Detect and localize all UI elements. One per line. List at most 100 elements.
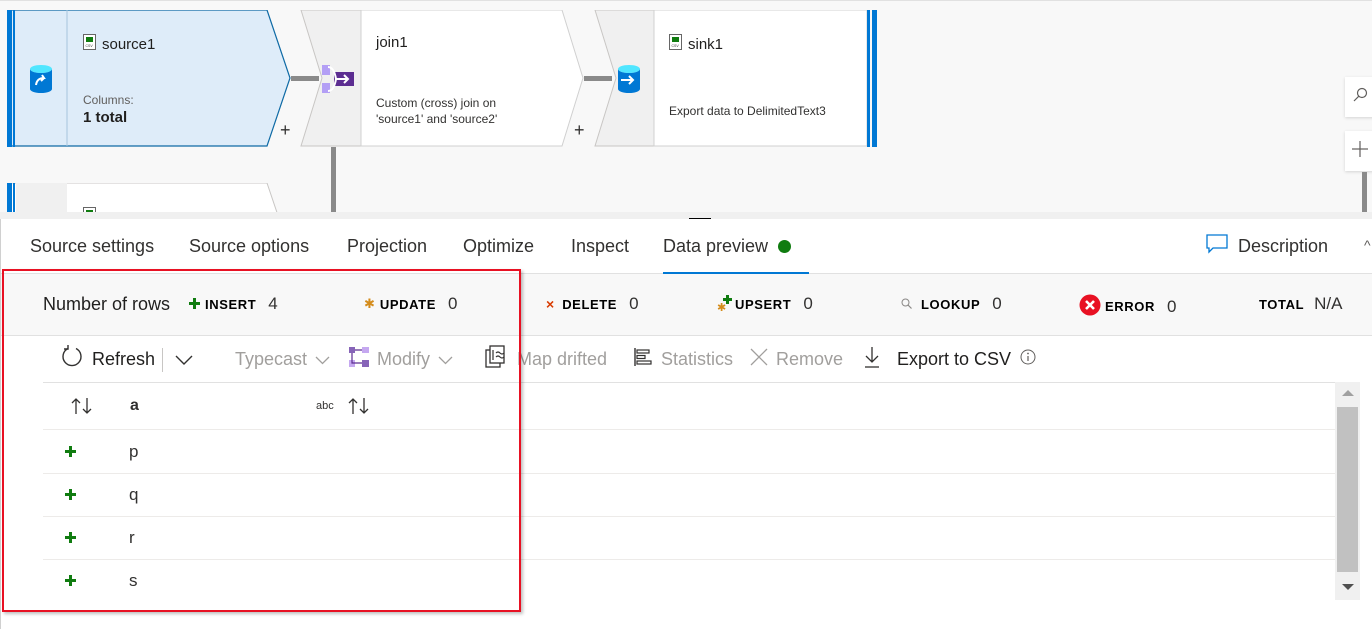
map-drifted-label: Map drifted bbox=[517, 348, 608, 369]
modify-button[interactable]: Modify bbox=[349, 336, 453, 382]
chevron-up-icon[interactable]: ^ bbox=[1364, 237, 1371, 253]
search-icon bbox=[1352, 87, 1368, 108]
add-transform-button[interactable]: + bbox=[280, 120, 291, 141]
table-row: p bbox=[43, 431, 1336, 474]
count-total: TOTAL N/A bbox=[1259, 294, 1343, 313]
insert-plus-icon bbox=[65, 444, 76, 462]
tab-label: Data preview bbox=[663, 236, 769, 256]
tab-source-options[interactable]: Source options bbox=[189, 219, 309, 274]
statistics-button[interactable]: Statistics bbox=[633, 336, 733, 382]
grid-scrollbar[interactable] bbox=[1335, 382, 1360, 600]
refresh-dropdown-button[interactable] bbox=[175, 336, 193, 382]
tab-inspect[interactable]: Inspect bbox=[571, 219, 629, 274]
insert-plus-icon bbox=[65, 573, 76, 591]
delete-x-icon: × bbox=[546, 296, 555, 312]
scroll-thumb[interactable] bbox=[1337, 407, 1358, 572]
grid-header: a abc bbox=[43, 383, 1336, 430]
update-asterisk-icon: ✱ bbox=[364, 296, 375, 311]
count-lookup: LOOKUP 0 bbox=[901, 294, 1002, 314]
node-title: join1 bbox=[376, 34, 408, 51]
settings-tabs: Source settings Source options Projectio… bbox=[0, 219, 1372, 274]
count-insert: INSERT 4 bbox=[189, 294, 278, 314]
columns-count: 1 total bbox=[83, 109, 128, 126]
node-sink1[interactable]: CSV sink1 Export data to DelimitedText3 bbox=[594, 10, 878, 147]
chevron-down-icon bbox=[315, 349, 330, 370]
lookup-search-icon bbox=[901, 297, 912, 312]
panel-left-border bbox=[0, 219, 1, 629]
table-row: s bbox=[43, 560, 1336, 603]
scroll-up-arrow-icon[interactable] bbox=[1342, 390, 1354, 396]
scroll-down-arrow-icon[interactable] bbox=[1342, 584, 1354, 590]
table-row: r bbox=[43, 517, 1336, 560]
connector-line bbox=[1362, 172, 1367, 212]
count-update: ✱ UPDATE 0 bbox=[364, 294, 458, 313]
remove-button[interactable]: Remove bbox=[750, 336, 843, 382]
statistics-label: Statistics bbox=[661, 348, 734, 369]
typecast-button[interactable]: Typecast bbox=[235, 336, 330, 382]
node-description: Custom (cross) join on 'source1' and 'so… bbox=[376, 96, 498, 126]
csv-file-icon: CSV bbox=[83, 34, 96, 54]
data-preview-toolbar: Refresh Typecast Modify Map drifted Stat… bbox=[43, 336, 1343, 383]
zoom-in-icon bbox=[1351, 140, 1369, 163]
csv-file-icon: CSV bbox=[669, 34, 682, 54]
data-flow-canvas[interactable]: CSV source1 Columns: 1 total + join1 Cus… bbox=[0, 0, 1372, 212]
map-drifted-button[interactable]: Map drifted bbox=[485, 336, 607, 382]
table-row: q bbox=[43, 474, 1336, 517]
node-join1[interactable]: join1 Custom (cross) join on 'source1' a… bbox=[300, 10, 585, 147]
panel-splitter[interactable] bbox=[0, 212, 1372, 221]
chevron-down-icon bbox=[175, 349, 193, 370]
sort-column-a-icon[interactable] bbox=[348, 397, 370, 420]
download-icon bbox=[863, 346, 881, 373]
count-delete: × DELETE 0 bbox=[546, 294, 639, 313]
insert-plus-icon bbox=[65, 487, 76, 505]
column-header-a[interactable]: a bbox=[130, 397, 139, 415]
sort-row-action-icon[interactable] bbox=[71, 397, 93, 420]
connector-line bbox=[331, 147, 336, 212]
add-transform-button[interactable]: + bbox=[574, 120, 585, 141]
tab-optimize[interactable]: Optimize bbox=[463, 219, 534, 274]
node-title: sink1 bbox=[688, 35, 724, 53]
insert-plus-icon bbox=[189, 297, 200, 312]
node-title: source1 bbox=[102, 35, 156, 53]
tab-data-preview[interactable]: Data preview bbox=[663, 219, 809, 274]
chevron-down-icon bbox=[438, 349, 453, 370]
refresh-label: Refresh bbox=[92, 348, 156, 369]
description-button[interactable]: Description bbox=[1206, 219, 1328, 274]
columns-label: Columns: bbox=[83, 93, 134, 107]
tab-source-settings[interactable]: Source settings bbox=[30, 219, 154, 274]
node-source2[interactable]: source2 bbox=[7, 183, 292, 212]
node-source1[interactable]: CSV source1 Columns: 1 total bbox=[7, 10, 292, 147]
row-counts-title: Number of rows bbox=[43, 294, 171, 314]
typecast-label: Typecast bbox=[235, 348, 308, 369]
row-counts-bar: Number of rows INSERT 4 ✱ UPDATE 0 × DEL… bbox=[0, 274, 1372, 336]
source-database-icon bbox=[15, 10, 67, 147]
toolbar-separator bbox=[162, 348, 163, 372]
cell-a: p bbox=[129, 442, 139, 461]
svg-text:CSV: CSV bbox=[86, 44, 94, 48]
refresh-button[interactable]: Refresh bbox=[60, 336, 155, 382]
sink-database-icon bbox=[604, 10, 654, 147]
cell-a: s bbox=[129, 571, 138, 590]
comment-icon bbox=[1206, 234, 1228, 259]
statistics-icon bbox=[633, 347, 653, 372]
count-error: ERROR 0 bbox=[1079, 294, 1176, 319]
upsert-icon: ✱ bbox=[717, 295, 733, 314]
canvas-search-button[interactable] bbox=[1345, 77, 1372, 117]
export-info-button[interactable] bbox=[1020, 336, 1036, 382]
tab-projection[interactable]: Projection bbox=[347, 219, 427, 274]
canvas-zoom-in-button[interactable] bbox=[1345, 131, 1372, 171]
count-upsert: ✱ UPSERT 0 bbox=[717, 294, 813, 314]
status-dot-icon bbox=[778, 240, 792, 253]
export-csv-button[interactable]: Export to CSV bbox=[863, 336, 1011, 382]
map-drifted-icon bbox=[485, 344, 509, 374]
error-circle-icon bbox=[1079, 294, 1101, 319]
column-type-badge: abc bbox=[316, 400, 334, 412]
join-icon bbox=[314, 10, 362, 147]
insert-plus-icon bbox=[65, 530, 76, 548]
description-label: Description bbox=[1238, 236, 1329, 256]
svg-text:CSV: CSV bbox=[672, 44, 680, 48]
remove-label: Remove bbox=[776, 348, 844, 369]
node-description: Export data to DelimitedText3 bbox=[669, 104, 826, 118]
cell-a: r bbox=[129, 528, 135, 547]
node-left-bar bbox=[7, 183, 16, 212]
